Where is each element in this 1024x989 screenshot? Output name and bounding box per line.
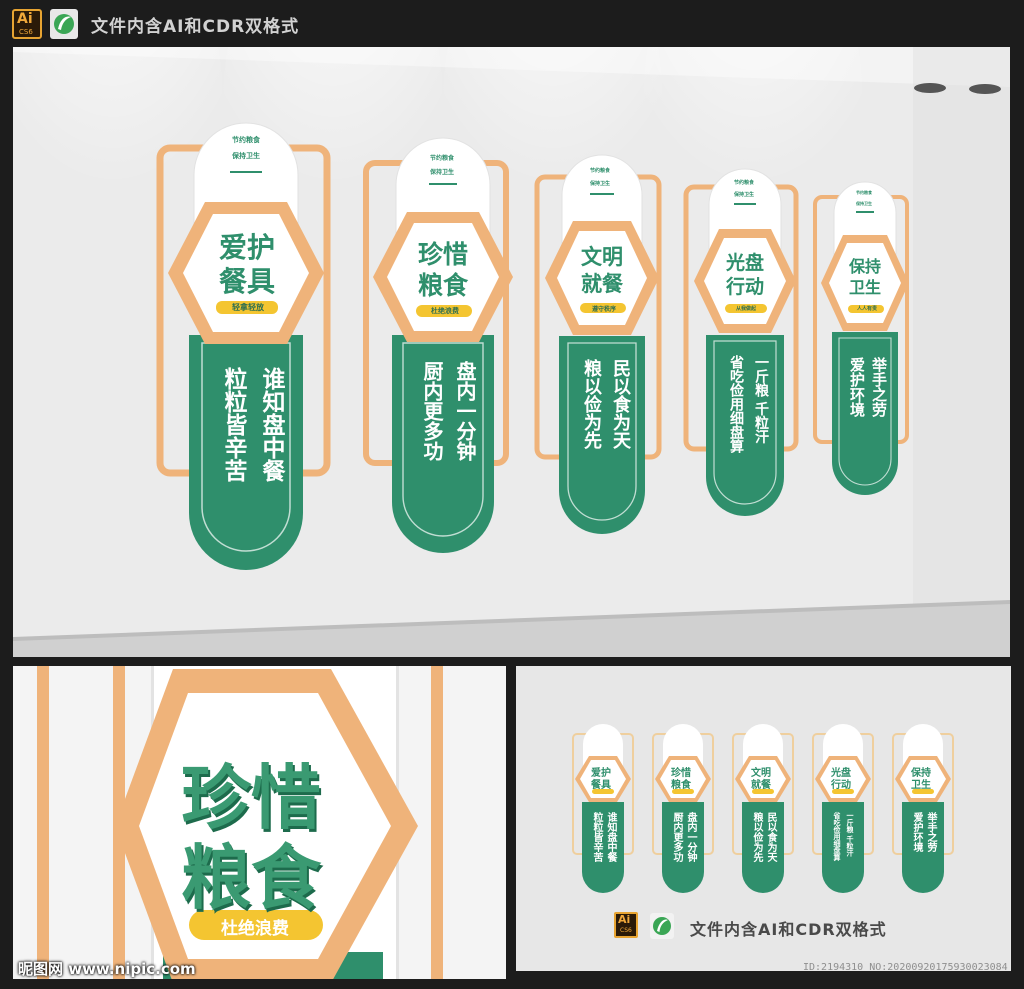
- cdr-file-icon: [50, 9, 78, 39]
- panel-4-top-line2: 保持卫生: [734, 192, 755, 198]
- overview-panel-3-verse1: 民以食为天: [765, 812, 776, 862]
- panel-2-verse-col1: 盘内一分钟: [453, 361, 477, 461]
- overview-panel-4: 光盘 行动 一斤粮 千粒汗 省吃俭用细盘算: [811, 724, 875, 894]
- panel-1-top-line1: 节约粮食: [232, 136, 260, 144]
- overview-panel: 爱护 餐具 谁知盘中餐 粒粒皆辛苦 珍惜 粮食 盘内一分钟 厨内更多功 文明 就…: [516, 666, 1011, 971]
- panel-4-top-line1: 节约粮食: [734, 180, 755, 186]
- panel-5-title-line2: 卫生: [849, 278, 882, 297]
- panel-2-top-line1: 节约粮食: [430, 155, 455, 162]
- panel-5-top-line2: 保持卫生: [856, 201, 872, 206]
- zoom-tag: 杜绝浪费: [221, 919, 289, 939]
- overview-panel-3: 文明 就餐 民以食为天 粮以俭为先: [731, 724, 795, 894]
- panel-2: 节约粮食 保持卫生 珍惜 粮食 杜绝浪费 盘内一分钟 厨内更多功: [363, 135, 523, 580]
- panel-5-verse-col1: 举手之劳: [870, 357, 888, 417]
- panel-4-title-line2: 行动: [726, 276, 765, 298]
- overview-panel-2: 珍惜 粮食 盘内一分钟 厨内更多功: [651, 724, 715, 894]
- panel-5-verse-col2: 爱护环境: [848, 357, 866, 417]
- panel-3-verse-col1: 民以食为天: [610, 359, 631, 449]
- overview-panel-1-shape: [572, 724, 634, 893]
- header-title: 文件内含AI和CDR双格式: [91, 17, 300, 37]
- panel-3: 节约粮食 保持卫生 文明 就餐 遵守秩序 民以食为天 粮以俭为先: [534, 151, 664, 571]
- panel-4-verse-col1: 一斤粮 千粒汗: [753, 355, 769, 444]
- overview-ai-version: CS6: [620, 927, 632, 934]
- wall-scene: 节约粮食 保持卫生 爱护 餐具 轻拿轻放 谁知盘中餐 粒粒皆辛苦 节约粮食 保持…: [13, 47, 1010, 657]
- overview-panel-2-shape: [652, 724, 714, 893]
- panel-2-shape: [363, 137, 513, 553]
- overview-ai-label: Ai: [618, 913, 631, 926]
- panel-1-title-line2: 餐具: [219, 265, 276, 298]
- panel-1-shape: [156, 122, 331, 570]
- panel-4-verse-col2: 省吃俭用细盘算: [728, 355, 744, 453]
- ai-file-icon: Ai CS6: [12, 9, 42, 39]
- overview-ai-file-icon: Ai CS6: [614, 912, 638, 938]
- panel-1-tag: 轻拿轻放: [232, 303, 264, 312]
- panel-1-verse-col1: 谁知盘中餐: [258, 367, 284, 482]
- panel-4-title-line1: 光盘: [726, 252, 765, 274]
- overview-panel-1: 爱护 餐具 谁知盘中餐 粒粒皆辛苦: [571, 724, 635, 894]
- overview-title: 文件内含AI和CDR双格式: [690, 920, 887, 939]
- overview-panel-1-verse2: 粒粒皆辛苦: [591, 812, 602, 862]
- overview-panel-5-verse2: 爱护环境: [911, 812, 922, 852]
- ai-badge-label: Ai: [17, 11, 33, 27]
- overview-panel-4-verse2: 省吃俭用细盘算: [833, 812, 841, 861]
- panel-1: 节约粮食 保持卫生 爱护 餐具 轻拿轻放 谁知盘中餐 粒粒皆辛苦: [156, 115, 336, 595]
- overview-panel-1-verse1: 谁知盘中餐: [605, 812, 616, 862]
- panel-3-tag: 遵守秩序: [592, 306, 617, 313]
- panel-5: 节约粮食 保持卫生 保持 卫生 人人有责 举手之劳 爱护环境: [813, 177, 913, 547]
- zoom-title-line2: 粮食: [181, 837, 321, 919]
- overview-panel-5-verse1: 举手之劳: [925, 812, 936, 852]
- panel-3-top-line2: 保持卫生: [590, 181, 611, 187]
- overview-panel-2-title2: 粮食: [671, 780, 691, 791]
- overview-cdr-file-icon: [650, 913, 674, 939]
- overview-panel-2-verse1: 盘内一分钟: [685, 812, 696, 862]
- panel-4: 节约粮食 保持卫生 光盘 行动 从我做起 一斤粮 千粒汗 省吃俭用细盘算: [683, 165, 803, 555]
- overview-panel-3-verse2: 粮以俭为先: [751, 812, 762, 862]
- panel-2-title-line2: 粮食: [418, 271, 469, 300]
- ai-badge-version: CS6: [19, 28, 33, 36]
- panel-3-verse-col2: 粮以俭为先: [581, 359, 602, 449]
- overview-panel-4-verse1: 一斤粮 千粒汗: [846, 812, 854, 857]
- panel-2-tag: 杜绝浪费: [431, 307, 459, 315]
- overview-panel-5: 保持 卫生 举手之劳 爱护环境: [891, 724, 955, 894]
- overview-panel-3-title2: 就餐: [751, 780, 771, 791]
- overview-panel-2-verse2: 厨内更多功: [671, 812, 682, 862]
- zoom-detail-panel: 珍惜 粮食 杜绝浪费: [13, 666, 506, 979]
- panel-3-title-line2: 就餐: [581, 272, 623, 296]
- panel-5-tag: 人人有责: [857, 306, 878, 312]
- overview-panel-3-shape: [732, 724, 794, 893]
- panel-2-verse-col2: 厨内更多功: [420, 361, 444, 461]
- panel-4-tag: 从我做起: [736, 306, 757, 312]
- image-id-watermark: ID:2194310 NO:20200920175930023084: [803, 962, 1008, 973]
- panel-3-title-line1: 文明: [581, 245, 623, 269]
- overview-panel-4-shape: [812, 724, 874, 893]
- overview-panel-5-title2: 卫生: [911, 780, 931, 791]
- panel-2-top-line2: 保持卫生: [430, 169, 455, 176]
- overview-panel-5-shape: [892, 724, 954, 893]
- panel-3-top-line1: 节约粮食: [590, 168, 611, 174]
- overview-panel-1-title2: 餐具: [591, 780, 611, 791]
- panel-5-top-line1: 节约粮食: [856, 190, 872, 195]
- overview-panel-4-title2: 行动: [831, 780, 851, 791]
- panel-1-top-line2: 保持卫生: [232, 152, 260, 160]
- site-watermark-logo: 昵图网 www.nipic.com: [18, 960, 196, 978]
- panel-1-verse-col2: 粒粒皆辛苦: [220, 367, 246, 482]
- top-header: Ai CS6 文件内含AI和CDR双格式: [0, 0, 1024, 46]
